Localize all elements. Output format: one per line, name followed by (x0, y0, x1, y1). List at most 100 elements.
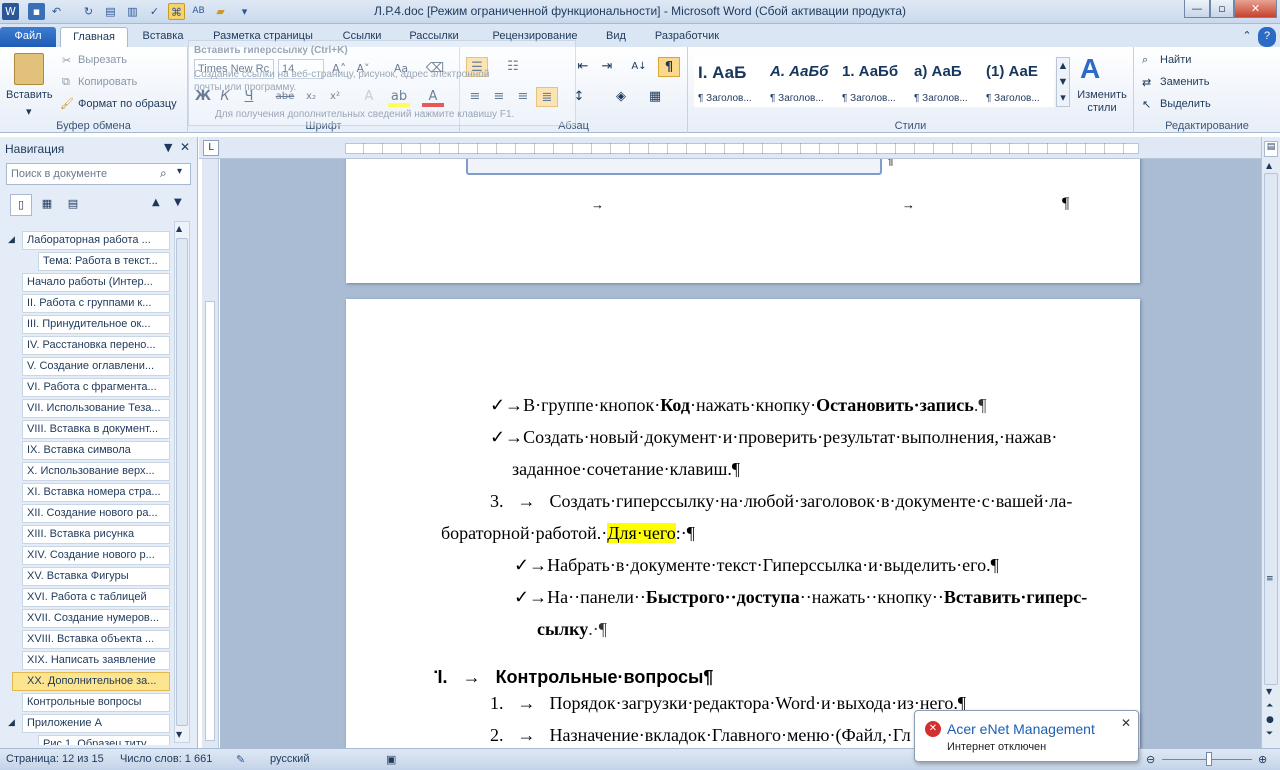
nav-item[interactable]: Приложение А (22, 714, 170, 733)
prev-heading-icon[interactable]: ▲ (152, 197, 160, 208)
cut-icon[interactable]: ✂ (62, 54, 71, 67)
network-notification[interactable]: ✕ Acer eNet Management Интернет отключен… (914, 710, 1139, 762)
nav-item[interactable]: XIX. Написать заявление (22, 651, 170, 670)
nav-item[interactable]: VII. Использование Теза... (22, 399, 170, 418)
nav-item[interactable]: III. Принудительное ок... (22, 315, 170, 334)
nav-item[interactable]: VI. Работа с фрагмента... (22, 378, 170, 397)
nav-item-selected[interactable]: XX. Дополнительное за... (12, 672, 170, 691)
horizontal-ruler[interactable]: L (199, 137, 1261, 159)
collapse-icon[interactable]: ◢ (8, 235, 15, 245)
nav-item[interactable]: XV. Вставка Фигуры (22, 567, 170, 586)
scroll-down-icon[interactable]: ▼ (1266, 687, 1272, 696)
nav-item[interactable]: VIII. Вставка в документ... (22, 420, 170, 439)
borders-icon[interactable]: ▦ (644, 87, 666, 107)
style-heading-4[interactable]: а) АаБ ¶ Заголов... (910, 57, 982, 107)
nav-item[interactable]: V. Создание оглавлени... (22, 357, 170, 376)
maximize-icon[interactable]: ▫ (1210, 0, 1234, 18)
tab-developer[interactable]: Разработчик (640, 27, 734, 47)
nav-item[interactable]: Начало работы (Интер... (22, 273, 170, 292)
browse-object-icon[interactable]: ● (1266, 715, 1274, 725)
nav-item[interactable]: IX. Вставка символа (22, 441, 170, 460)
find-icon[interactable]: ⌕ (1142, 54, 1148, 67)
replace-button[interactable]: Заменить (1160, 76, 1209, 88)
nav-item[interactable]: XIV. Создание нового р... (22, 546, 170, 565)
document-area[interactable]: ¶ → → ¶ ✓→В·группе·кнопок·Код·нажать·кно… (220, 159, 1261, 748)
select-button[interactable]: Выделить (1160, 98, 1211, 110)
tab-insert[interactable]: Вставка (132, 27, 194, 47)
zoom-in-icon[interactable]: ⊕ (1258, 753, 1267, 766)
zoom-out-icon[interactable]: ⊖ (1146, 753, 1155, 766)
nav-item[interactable]: Лабораторная работа ... (22, 231, 170, 250)
tab-home[interactable]: Главная (60, 27, 128, 47)
replace-icon[interactable]: ⇄ (1142, 76, 1151, 89)
view-ruler-icon[interactable]: ▤ (1264, 141, 1278, 157)
proofing-icon[interactable]: ✎ (236, 753, 245, 766)
nav-menu-icon[interactable]: ▼ (164, 141, 172, 154)
style-heading-3[interactable]: 1. АаБб ¶ Заголов... (838, 57, 910, 107)
results-view-icon[interactable]: ▤ (62, 194, 84, 216)
style-heading-2[interactable]: А. АаБб ¶ Заголов... (766, 57, 838, 107)
style-heading-5[interactable]: (1) АаЕ ¶ Заголов... (982, 57, 1054, 107)
embedded-object[interactable] (466, 159, 882, 175)
next-page-icon[interactable]: ⏷ (1266, 729, 1273, 739)
sort-icon[interactable]: A↓ (628, 57, 650, 77)
nav-item[interactable]: XI. Вставка номера стра... (22, 483, 170, 502)
select-icon[interactable]: ↖ (1142, 98, 1151, 111)
nav-item[interactable]: XII. Создание нового ра... (22, 504, 170, 523)
search-icon[interactable]: ⌕ (160, 166, 167, 181)
paste-button[interactable]: Вставить (6, 89, 53, 101)
nav-item[interactable]: XVIII. Вставка объекта ... (22, 630, 170, 649)
current-page[interactable]: ✓→В·группе·кнопок·Код·нажать·кнопку·Оста… (346, 299, 1140, 748)
zoom-thumb[interactable] (1206, 752, 1212, 766)
word-count[interactable]: Число слов: 1 661 (120, 753, 212, 765)
increase-indent-icon[interactable]: ⇥ (596, 57, 618, 77)
styles-scroll-icon[interactable]: ▲ ▼ ▾ (1056, 57, 1070, 107)
nav-item[interactable]: II. Работа с группами к... (22, 294, 170, 313)
nav-close-icon[interactable]: ✕ (180, 140, 190, 154)
format-painter-icon[interactable]: 🖌 (60, 97, 74, 110)
nav-item[interactable]: XVII. Создание нумеров... (22, 609, 170, 628)
tab-selector-icon[interactable]: L (203, 140, 219, 156)
tab-file[interactable]: Файл (0, 27, 56, 47)
shading-icon[interactable]: ◈ (610, 87, 632, 107)
minimize-icon[interactable]: — (1184, 0, 1210, 18)
scroll-thumb[interactable]: ≡ (1264, 173, 1278, 685)
collapse-icon[interactable]: ◢ (8, 718, 15, 728)
nav-item[interactable]: Рис.1. Образец титу... (38, 735, 170, 745)
vertical-ruler[interactable] (202, 159, 219, 748)
pages-view-icon[interactable]: ▦ (36, 194, 58, 216)
tab-view[interactable]: Вид (598, 27, 634, 47)
nav-item[interactable]: Тема: Работа в текст... (38, 252, 170, 271)
close-window-icon[interactable]: ✕ (1234, 0, 1277, 18)
notification-close-icon[interactable]: ✕ (1121, 716, 1131, 730)
show-marks-icon[interactable]: ¶ (658, 57, 680, 77)
format-painter-button[interactable]: Формат по образцу (78, 98, 177, 110)
help-icon[interactable]: ? (1258, 27, 1276, 47)
scroll-up-icon[interactable]: ▲ (1266, 161, 1272, 170)
language[interactable]: русский (270, 753, 309, 765)
find-button[interactable]: Найти (1160, 54, 1191, 66)
style-heading-1[interactable]: I. АаБ ¶ Заголов... (694, 57, 766, 107)
copy-icon[interactable]: ⧉ (62, 76, 70, 89)
collapse-ribbon-icon[interactable]: ⌃ (1238, 27, 1256, 47)
nav-scrollbar[interactable]: ▲ ▼ (174, 221, 190, 743)
document-scrollbar[interactable]: ▤ ▲ ≡ ▼ ⏶ ● ⏷ (1261, 137, 1280, 748)
copy-button[interactable]: Копировать (78, 76, 137, 88)
nav-scroll-thumb[interactable] (176, 238, 188, 726)
nav-item[interactable]: IV. Расстановка перено... (22, 336, 170, 355)
paste-icon[interactable] (14, 53, 44, 85)
nav-item[interactable]: Контрольные вопросы (22, 693, 170, 712)
next-heading-icon[interactable]: ▼ (174, 197, 182, 208)
macro-icon[interactable]: ▣ (386, 753, 396, 766)
search-options-icon[interactable]: ▾ (177, 166, 182, 177)
page-count[interactable]: Страница: 12 из 15 (6, 753, 104, 765)
prev-page-icon[interactable]: ⏶ (1266, 701, 1273, 711)
doc-line-7: ✓→На··панели··Быстрого··доступа··нажать·… (514, 587, 1088, 607)
headings-view-icon[interactable]: ▯ (10, 194, 32, 216)
nav-item[interactable]: XIII. Вставка рисунка (22, 525, 170, 544)
change-styles-icon[interactable]: A (1080, 53, 1100, 85)
nav-item[interactable]: X. Использование верх... (22, 462, 170, 481)
cut-button[interactable]: Вырезать (78, 54, 127, 66)
nav-item[interactable]: XVI. Работа с таблицей (22, 588, 170, 607)
change-styles-button[interactable]: Изменить стили (1074, 89, 1130, 115)
